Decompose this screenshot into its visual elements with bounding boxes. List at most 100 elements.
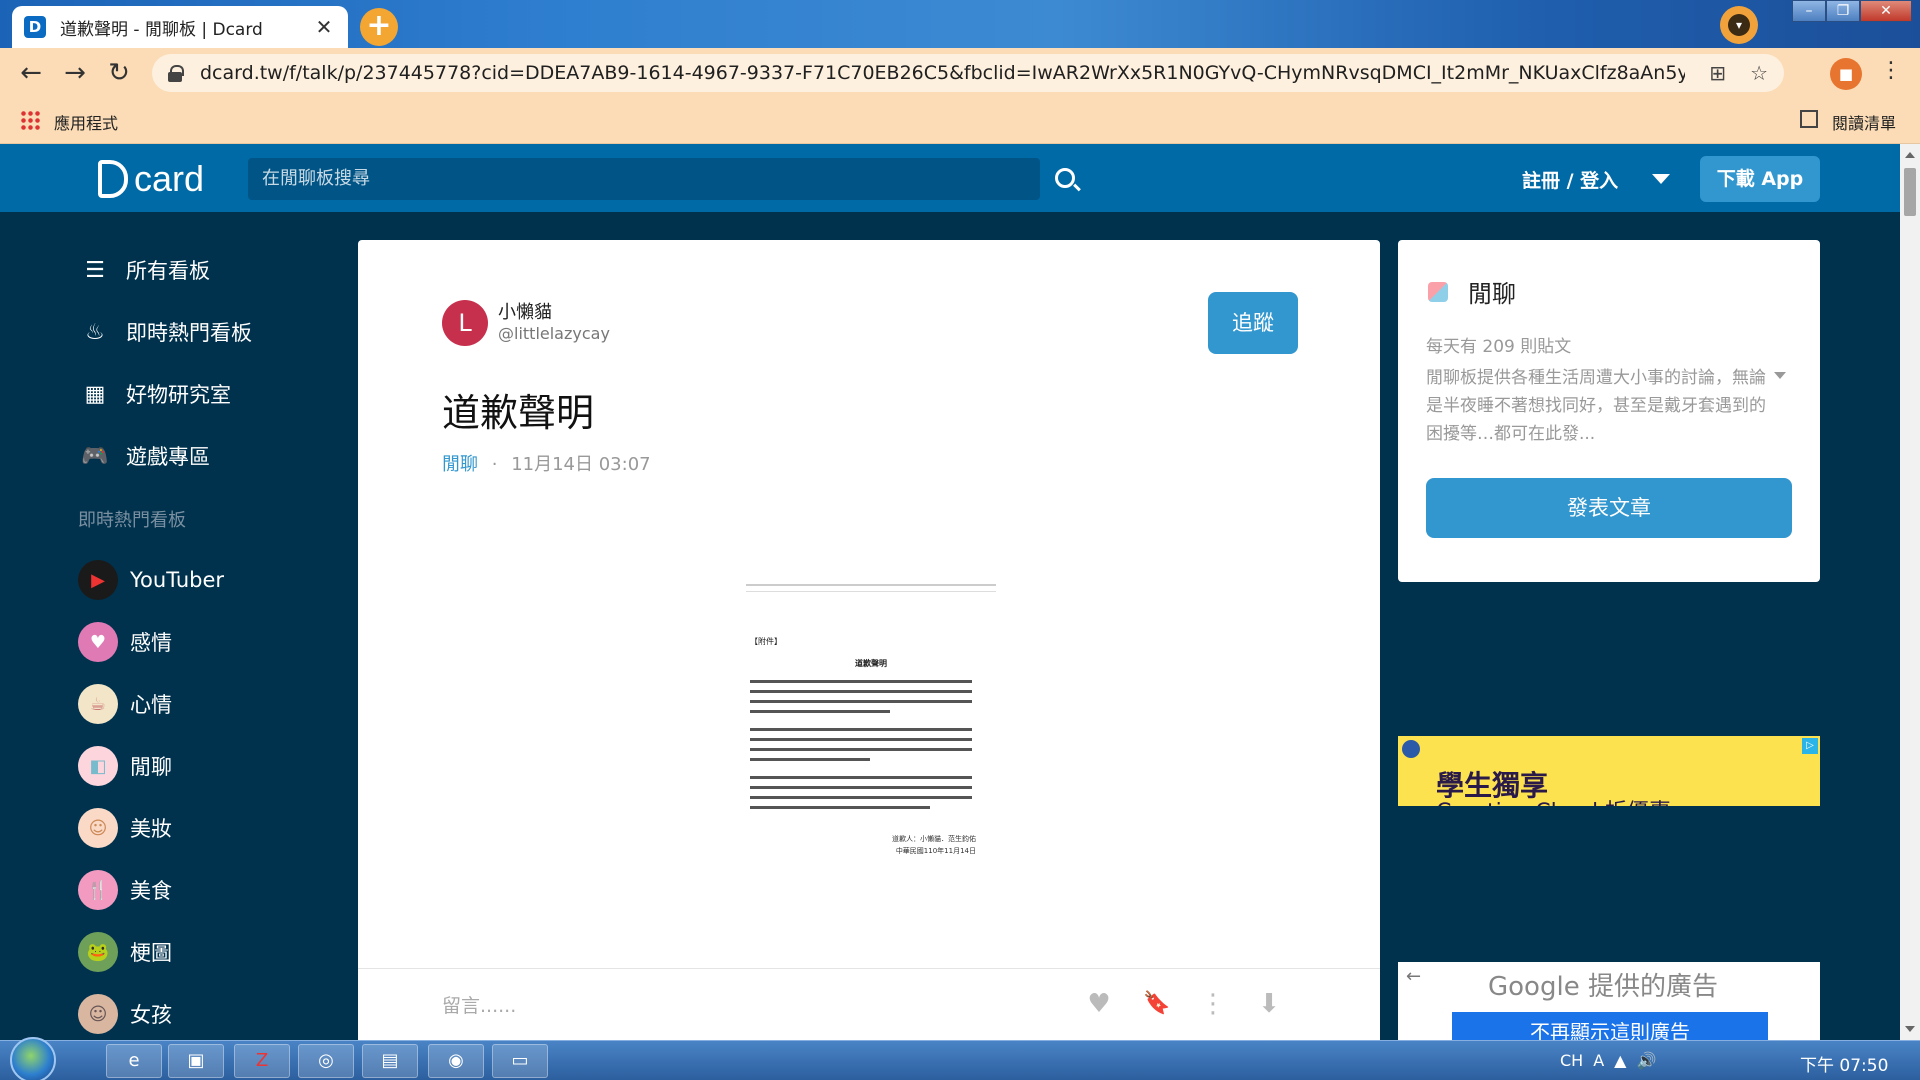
sidebar-board-relationship[interactable]: ♥ 感情 bbox=[78, 620, 172, 664]
sidebar-board-makeup[interactable]: ☺ 美妝 bbox=[78, 806, 172, 850]
board-search-input[interactable]: 在閒聊板搜尋 bbox=[248, 158, 1040, 200]
bookmark-apps[interactable]: 應用程式 bbox=[54, 110, 118, 134]
reading-list-icon[interactable] bbox=[1800, 110, 1818, 128]
doc-text-line bbox=[750, 806, 930, 809]
ad-info-icon[interactable]: ▷ bbox=[1802, 738, 1818, 754]
meta-separator: · bbox=[491, 454, 498, 475]
lock-icon[interactable] bbox=[168, 65, 184, 82]
search-icon[interactable] bbox=[1055, 168, 1075, 188]
ime-icon[interactable]: A bbox=[1593, 1051, 1604, 1070]
sidebar-board-talk[interactable]: ◧ 閒聊 bbox=[78, 744, 172, 788]
girl-icon: ☺ bbox=[78, 994, 118, 1034]
sidebar-board-mood[interactable]: ☕ 心情 bbox=[78, 682, 172, 726]
sidebar-item-hot-boards[interactable]: ♨ 即時熱門看板 bbox=[80, 312, 252, 352]
sidebar-board-girl[interactable]: ☺ 女孩 bbox=[78, 992, 172, 1036]
start-button[interactable] bbox=[10, 1037, 56, 1080]
notepad-taskbar-icon[interactable]: ▤ bbox=[362, 1044, 418, 1078]
back-arrow-icon[interactable]: ← bbox=[1406, 966, 1421, 987]
sidebar-board-youtuber[interactable]: ▶ YouTuber bbox=[78, 558, 224, 602]
scroll-down-arrow-icon[interactable] bbox=[1905, 1026, 1915, 1032]
expand-chevron-icon[interactable] bbox=[1774, 372, 1786, 379]
board-label: 感情 bbox=[130, 631, 172, 655]
sidebar-item-label: 即時熱門看板 bbox=[126, 321, 252, 345]
system-clock[interactable]: 下午 07:50 bbox=[1800, 1051, 1888, 1076]
doc-text-line bbox=[750, 758, 870, 761]
chat-bubble-icon: ◧ bbox=[78, 746, 118, 786]
bookmark-icon[interactable]: 🔖 bbox=[1142, 989, 1172, 1019]
doc-text-line bbox=[750, 690, 972, 693]
explorer-taskbar-icon[interactable]: ▭ bbox=[492, 1044, 548, 1078]
close-window-button[interactable]: ✕ bbox=[1860, 0, 1912, 22]
filezilla-taskbar-icon[interactable]: Z bbox=[234, 1044, 290, 1078]
adobe-ad-banner[interactable]: ▷ 學生獨享 Creative Cloud 折優惠 bbox=[1398, 736, 1820, 806]
doc-text-line bbox=[750, 796, 972, 799]
comment-input[interactable]: 留言...... bbox=[442, 991, 516, 1018]
sidebar-board-food[interactable]: 🍴 美食 bbox=[78, 868, 172, 912]
tab-close-button[interactable]: ✕ bbox=[312, 15, 336, 39]
url-bar[interactable]: dcard.tw/f/talk/p/237445778?cid=DDEA7AB9… bbox=[152, 54, 1784, 92]
doc-text-line bbox=[750, 748, 972, 751]
scroll-up-arrow-icon[interactable] bbox=[1905, 152, 1915, 158]
dcard-logo[interactable]: card bbox=[98, 158, 204, 200]
login-link[interactable]: 註冊 / 登入 bbox=[1522, 166, 1618, 193]
author-name[interactable]: 小懶貓 bbox=[498, 298, 552, 324]
sidebar-item-all-boards[interactable]: ☰ 所有看板 bbox=[80, 250, 210, 290]
window-controls: – ❐ ✕ bbox=[1792, 0, 1912, 24]
download-icon[interactable]: ⬇ bbox=[1254, 989, 1284, 1019]
forward-arrow-icon[interactable]: → bbox=[60, 58, 90, 88]
extension-icon[interactable]: ■ bbox=[1830, 58, 1862, 90]
doc-text-line bbox=[750, 738, 972, 741]
sidebar-board-meme[interactable]: 🐸 梗圖 bbox=[78, 930, 172, 974]
reading-list-label[interactable]: 閱讀清單 bbox=[1832, 110, 1896, 134]
qr-grid-icon[interactable]: ⊞ bbox=[1709, 61, 1726, 85]
apps-grid-icon[interactable] bbox=[20, 110, 40, 130]
reload-icon[interactable]: ↻ bbox=[104, 58, 134, 88]
author-avatar[interactable]: L bbox=[442, 300, 488, 346]
board-description: 閒聊板提供各種生活周遭大小事的討論，無論是半夜睡不著想找同好，甚至是戴牙套遇到的… bbox=[1426, 368, 1766, 444]
talk-board-icon bbox=[1428, 282, 1448, 302]
back-arrow-icon[interactable]: ← bbox=[16, 58, 46, 88]
girl-face-icon: ☺ bbox=[78, 808, 118, 848]
line-taskbar-icon[interactable]: ▣ bbox=[168, 1044, 224, 1078]
input-language-indicator[interactable]: CH bbox=[1560, 1051, 1583, 1070]
profile-dropdown-icon[interactable]: ▾ bbox=[1720, 6, 1758, 44]
browser-tab-strip: D 道歉聲明 - 閒聊板 | Dcard ✕ + ▾ – ❐ ✕ bbox=[0, 0, 1920, 48]
author-handle[interactable]: @littlelazycay bbox=[498, 324, 610, 343]
doc-text-line bbox=[750, 680, 972, 683]
post-title: 道歉聲明 bbox=[442, 391, 595, 435]
heart-icon[interactable]: ♥ bbox=[1084, 989, 1114, 1019]
chrome-taskbar-icon[interactable]: ◉ bbox=[428, 1044, 484, 1078]
browser-tab[interactable]: D 道歉聲明 - 閒聊板 | Dcard ✕ bbox=[12, 6, 348, 48]
page-scrollbar[interactable] bbox=[1900, 144, 1920, 1040]
maximize-button[interactable]: ❐ bbox=[1826, 0, 1860, 22]
new-post-button[interactable]: 發表文章 bbox=[1426, 478, 1792, 538]
tray-expand-icon[interactable]: ▲ bbox=[1614, 1051, 1626, 1070]
doc-tag: 【附件】 bbox=[750, 637, 782, 646]
ad-choices-icon[interactable] bbox=[1402, 740, 1420, 758]
doc-text-line bbox=[750, 700, 972, 703]
url-text[interactable]: dcard.tw/f/talk/p/237445778?cid=DDEA7AB9… bbox=[200, 62, 1685, 84]
bookmark-star-icon[interactable]: ☆ bbox=[1750, 61, 1768, 85]
sidebar-item-games[interactable]: 🎮 遊戲專區 bbox=[80, 436, 210, 476]
download-app-button[interactable]: 下載 App bbox=[1700, 156, 1820, 202]
follow-button[interactable]: 追蹤 bbox=[1208, 292, 1298, 354]
doc-text-line bbox=[750, 786, 972, 789]
sidebar-item-goods-lab[interactable]: ▦ 好物研究室 bbox=[80, 374, 231, 414]
ie-taskbar-icon[interactable]: e bbox=[106, 1044, 162, 1078]
sidebar-item-label: 好物研究室 bbox=[126, 383, 231, 407]
app-taskbar-icon[interactable]: ◎ bbox=[298, 1044, 354, 1078]
system-tray: CH A ▲ 🔊 bbox=[1560, 1051, 1656, 1070]
chevron-down-icon[interactable] bbox=[1652, 174, 1670, 184]
stop-showing-ad-button[interactable]: 不再顯示這則廣告 bbox=[1452, 1012, 1768, 1040]
browser-menu-icon[interactable]: ⋮ bbox=[1880, 58, 1902, 83]
more-options-icon[interactable]: ⋮ bbox=[1198, 989, 1228, 1019]
board-title[interactable]: 閒聊 bbox=[1468, 274, 1516, 309]
apology-document-image[interactable]: 【附件】 道歉聲明 道歉人：小懶貓．范生鈞佑 中華民國110年11月14日 bbox=[746, 584, 996, 884]
fire-icon: ♨ bbox=[85, 319, 105, 345]
minimize-button[interactable]: – bbox=[1792, 0, 1826, 22]
volume-icon[interactable]: 🔊 bbox=[1636, 1051, 1656, 1070]
gamepad-icon: 🎮 bbox=[81, 443, 109, 469]
post-board-link[interactable]: 閒聊 bbox=[442, 454, 478, 475]
new-tab-button[interactable]: + bbox=[360, 8, 398, 46]
scroll-thumb[interactable] bbox=[1904, 168, 1916, 216]
